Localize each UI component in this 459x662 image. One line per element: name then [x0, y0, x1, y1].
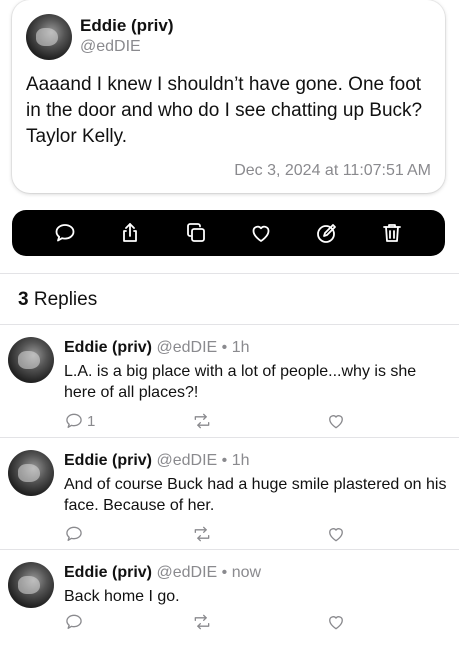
comment-icon — [66, 526, 82, 541]
copy-icon[interactable] — [183, 220, 209, 246]
reply-text: L.A. is a big place with a lot of people… — [64, 363, 417, 401]
reply-age: now — [231, 564, 262, 581]
reply-header: Eddie (priv) @edDIE • 1h — [64, 452, 250, 470]
reply-age: 1h — [231, 339, 250, 356]
avatar[interactable] — [26, 14, 72, 60]
reply-actions — [64, 524, 354, 546]
replies-header: 3 Replies — [18, 289, 97, 311]
avatar[interactable] — [8, 337, 54, 383]
reply-item[interactable]: Eddie (priv) @edDIE • 1h L.A. is a big p… — [0, 325, 459, 437]
reply-author-handle[interactable]: @edDIE — [156, 564, 217, 581]
comment-button[interactable] — [64, 524, 87, 544]
separator-dot: • — [221, 339, 228, 356]
divider — [0, 273, 459, 274]
comment-icon[interactable] — [52, 220, 78, 246]
avatar[interactable] — [8, 450, 54, 496]
comment-button[interactable]: 1 — [64, 411, 95, 431]
separator-dot: • — [221, 452, 228, 469]
post-action-bar — [12, 210, 445, 256]
avatar[interactable] — [8, 562, 54, 608]
repost-button[interactable] — [192, 524, 212, 544]
reply-header: Eddie (priv) @edDIE • now — [64, 564, 261, 582]
replies-label: Replies — [33, 289, 98, 310]
reply-actions: 1 — [64, 411, 354, 433]
separator-dot: • — [221, 564, 228, 581]
comment-count: 1 — [87, 412, 96, 430]
repost-button[interactable] — [192, 411, 212, 431]
post-card: Eddie (priv) @edDIE Aaaand I knew I shou… — [12, 0, 445, 193]
reply-item[interactable]: Eddie (priv) @edDIE • 1h And of course B… — [0, 438, 459, 550]
repost-icon — [194, 526, 210, 542]
reply-author-name[interactable]: Eddie (priv) — [64, 452, 152, 469]
reply-text: And of course Buck had a huge smile plas… — [64, 476, 447, 514]
like-button[interactable] — [326, 612, 346, 632]
post-author-handle[interactable]: @edDIE — [80, 38, 141, 56]
comment-button[interactable] — [64, 612, 87, 632]
heart-icon — [329, 616, 343, 630]
repost-icon — [194, 413, 210, 429]
post-author-name[interactable]: Eddie (priv) — [80, 16, 174, 36]
comment-icon — [66, 614, 82, 629]
reply-actions — [64, 612, 354, 634]
heart-icon[interactable] — [248, 220, 274, 246]
reply-author-name[interactable]: Eddie (priv) — [64, 339, 152, 356]
repost-button[interactable] — [192, 612, 212, 632]
heart-icon — [329, 528, 343, 542]
trash-icon[interactable] — [379, 220, 405, 246]
replies-count: 3 — [18, 289, 29, 310]
like-button[interactable] — [326, 524, 346, 544]
reply-author-handle[interactable]: @edDIE — [156, 339, 217, 356]
reply-item[interactable]: Eddie (priv) @edDIE • now Back home I go… — [0, 550, 459, 662]
reply-header: Eddie (priv) @edDIE • 1h — [64, 339, 250, 357]
reply-author-handle[interactable]: @edDIE — [156, 452, 217, 469]
reply-author-name[interactable]: Eddie (priv) — [64, 564, 152, 581]
heart-icon — [329, 415, 343, 429]
reply-age: 1h — [231, 452, 250, 469]
post-text: Aaaand I knew I shouldn’t have gone. One… — [26, 74, 423, 147]
comment-icon — [66, 413, 82, 428]
post-timestamp: Dec 3, 2024 at 11:07:51 AM — [234, 162, 431, 179]
like-button[interactable] — [326, 411, 346, 431]
repost-icon — [194, 614, 210, 630]
edit-icon[interactable] — [314, 220, 340, 246]
reply-text: Back home I go. — [64, 588, 180, 605]
share-icon[interactable] — [117, 220, 143, 246]
